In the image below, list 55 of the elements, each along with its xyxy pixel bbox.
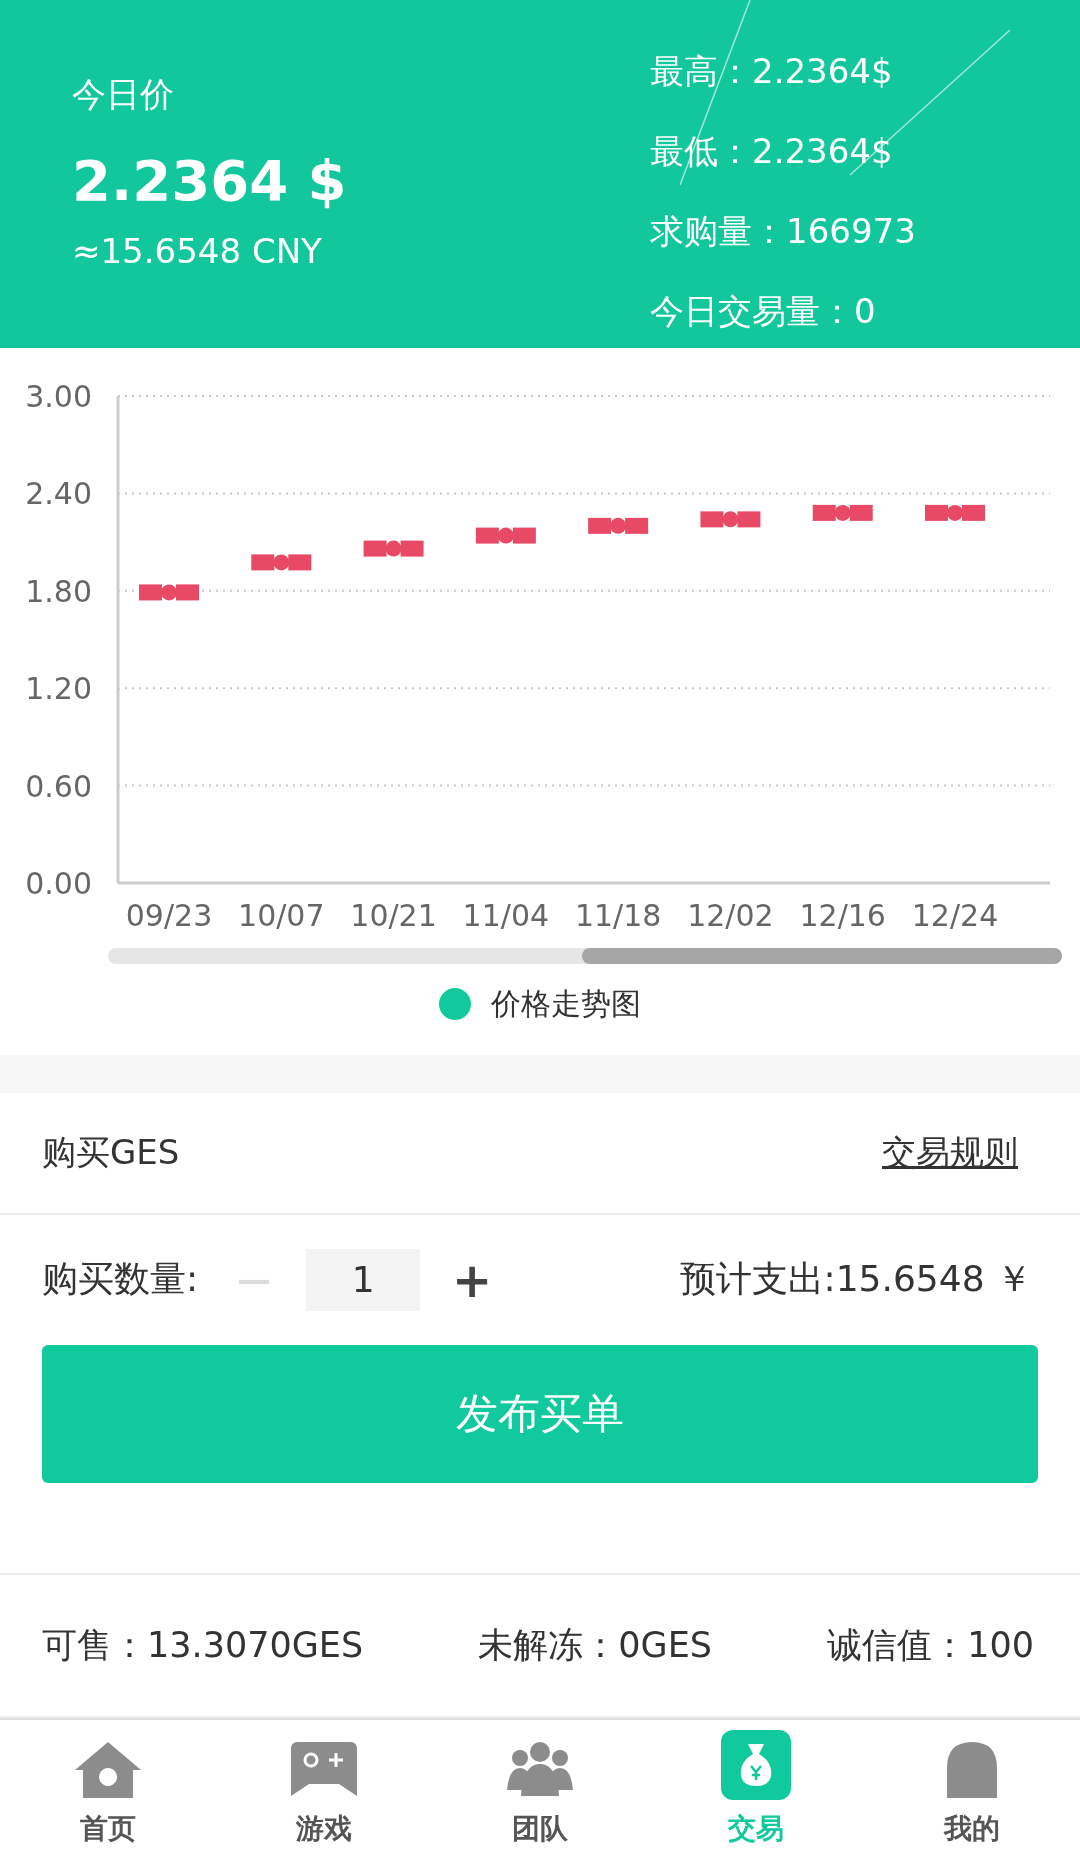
x-tick-label: 09/23 [125,897,213,933]
legend-label: 价格走势图 [491,984,641,1023]
stat-text: 今日交易量：0 [650,290,877,333]
balance-text: 未解冻：0GES [478,1623,713,1667]
quantity-field[interactable]: 1 [306,1248,421,1311]
increment-button[interactable]: + [442,1251,503,1308]
estimated-cost: 预计支出:15.6548 ￥ [679,1257,1032,1302]
price-value: 2.2364 $ [72,148,347,213]
stat-text: 求购量：166973 [650,210,917,253]
point [722,511,739,528]
buy-title: 购买GES [42,1130,180,1174]
stat-text: 最高：2.2364$ [650,50,894,93]
nav-tab[interactable]: 团队 [460,1720,620,1854]
x-tick-label: 11/04 [462,897,550,933]
quantity-label: 购买数量: [42,1257,199,1302]
price-marker [588,517,649,534]
point [273,554,290,571]
point [834,504,851,521]
rules-link[interactable]: 交易规则 [882,1129,1018,1176]
x-tick-label: 11/18 [574,897,662,933]
point [610,517,627,534]
balance-text: 诚信值：100 [827,1623,1034,1667]
y-tick-label: 3.00 [25,378,92,414]
nav-tab[interactable]: 我的 [892,1720,1052,1854]
money-bag-icon [721,1730,791,1800]
point [947,504,963,521]
point [497,527,514,544]
stat-text: 最低：2.2364$ [650,130,894,173]
price-label: 今日价 [72,73,175,116]
y-tick-label: 0.60 [25,768,92,804]
price-marker [475,527,536,544]
y-tick-label: 2.40 [25,476,92,512]
point [385,540,402,557]
y-tick-label: 0.00 [25,865,92,901]
price-marker [925,504,985,521]
house-icon [73,1740,143,1800]
legend-dot [439,988,471,1021]
x-tick-label: 12/16 [799,897,886,933]
x-tick-label: 12/02 [687,897,774,933]
x-tick-label: 10/21 [350,897,437,933]
x-tick-label: 12/24 [911,897,999,933]
nav-tab[interactable]: 首页 [28,1720,188,1854]
price-marker [812,504,873,521]
y-tick-label: 1.80 [25,573,92,609]
price-marker [700,511,761,528]
price-marker [363,540,424,557]
nav-tab[interactable]: 游戏 [244,1720,404,1854]
y-tick-label: 1.20 [25,671,92,707]
price-marker [251,554,312,571]
price-marker [139,584,199,601]
scroll-thumb[interactable] [582,947,1062,964]
point [161,584,177,601]
price-cny: ≈15.6548 CNY [72,231,323,271]
x-tick-label: 10/07 [238,897,325,933]
balance-text: 可售：13.3070GES [42,1623,364,1667]
